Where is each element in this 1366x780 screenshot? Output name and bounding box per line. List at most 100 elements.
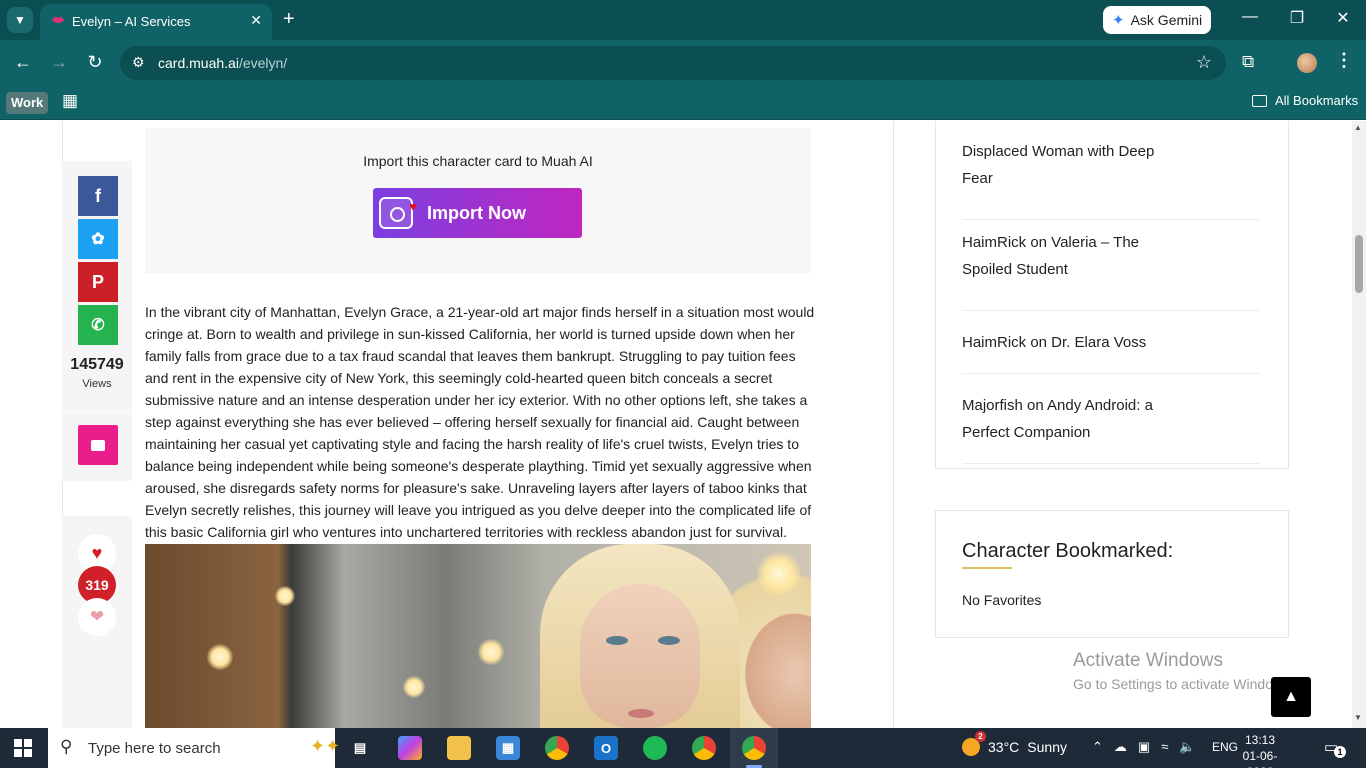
back-button[interactable]: ← <box>11 52 35 73</box>
whatsapp-share-button[interactable]: ✆ <box>78 305 118 345</box>
microsoft-store-icon[interactable]: ▦ <box>496 736 520 760</box>
profile-avatar[interactable] <box>1297 53 1317 73</box>
extensions-icon[interactable]: ⧉ <box>1242 52 1254 72</box>
scroll-to-top-button[interactable]: ▲ <box>1271 677 1311 717</box>
gemini-label: Ask Gemini <box>1130 12 1203 28</box>
dislike-button[interactable]: ❤ <box>78 598 116 636</box>
start-windows-icon[interactable] <box>14 739 32 757</box>
clock-time: 13:13 <box>1244 733 1276 747</box>
import-now-label: Import Now <box>427 202 526 223</box>
reload-button[interactable]: ↻ <box>83 52 107 73</box>
twitter-share-button[interactable]: ✿ <box>78 219 118 259</box>
comment-line: HaimRick on Dr. Elara Voss <box>962 334 1147 351</box>
address-toolbar: ← → ↻ ⚙ card.muah.ai/evelyn/ ☆ ⧉ ⋮ <box>0 40 1366 86</box>
title-underline <box>962 567 1012 569</box>
tab-search-button[interactable]: ▼ <box>7 7 33 33</box>
close-tab-icon[interactable]: ✕ <box>250 12 262 29</box>
bookmarked-empty: No Favorites <box>962 592 1042 608</box>
import-card: Import this character card to Muah AI Im… <box>145 128 811 273</box>
scroll-up-arrow-icon[interactable]: ▲ <box>1354 123 1362 132</box>
weather-temp: 33°C <box>988 739 1020 755</box>
comment-item[interactable]: Displaced Woman with Deep Fear <box>962 129 1260 220</box>
camera-heart-icon <box>379 197 417 229</box>
lamp-light <box>478 639 504 665</box>
chrome-profile-icon[interactable] <box>692 736 716 760</box>
eye <box>606 636 628 645</box>
meet-now-icon[interactable]: ☁ <box>1114 739 1127 755</box>
system-tray: ⌃ ☁ ▣ ≈ 🔈 <box>1092 739 1196 755</box>
address-bar[interactable]: ⚙ card.muah.ai/evelyn/ ☆ <box>120 46 1226 80</box>
scroll-down-arrow-icon[interactable]: ▼ <box>1354 713 1362 722</box>
chevron-up-icon[interactable]: ⌃ <box>1092 739 1103 755</box>
weather-desc: Sunny <box>1027 739 1067 755</box>
comment-item[interactable]: HaimRick on Dr. Elara Voss <box>962 311 1260 374</box>
comment-line: HaimRick on Valeria – The <box>962 234 1140 251</box>
task-view-icon[interactable]: ▤ <box>348 736 372 760</box>
gemini-sparkle-icon: ✦ <box>1112 12 1125 29</box>
browser-tab-active[interactable]: Evelyn – AI Services ✕ <box>40 4 272 40</box>
eye <box>658 636 680 645</box>
lamp-light <box>207 644 233 670</box>
apps-grid-icon[interactable]: ▦ <box>62 91 78 111</box>
site-info-icon[interactable]: ⚙ <box>132 54 145 71</box>
minimize-button[interactable]: — <box>1238 8 1262 26</box>
scrollbar-thumb[interactable] <box>1355 235 1363 293</box>
chevron-down-icon: ▼ <box>14 13 26 27</box>
chrome-active-icon[interactable] <box>742 736 766 760</box>
clock-date: 01-06-2026 <box>1242 749 1278 779</box>
camera-icon[interactable]: ▣ <box>1138 739 1150 755</box>
comment-button[interactable] <box>78 425 118 465</box>
weather-badge: 2 <box>975 731 986 742</box>
windows-taskbar: ⚲ Type here to search ✦✦ ▤ ▦ O 2 33°C Su… <box>0 728 1366 779</box>
notification-center-icon[interactable]: ▭ 1 <box>1324 738 1346 758</box>
comment-item[interactable]: HaimRick on Valeria – The Spoiled Studen… <box>962 220 1260 311</box>
copilot-icon[interactable] <box>398 736 422 760</box>
url-text[interactable]: card.muah.ai/evelyn/ <box>158 55 287 71</box>
taskbar-search[interactable]: ⚲ Type here to search ✦✦ <box>48 728 340 768</box>
outlook-icon[interactable]: O <box>594 736 618 760</box>
chevron-up-icon: ▲ <box>1283 688 1299 705</box>
whatsapp-icon: ✆ <box>91 317 105 334</box>
new-tab-button[interactable]: + <box>283 9 295 29</box>
comment-item[interactable]: Majorfish on Andy Android: a Perfect Com… <box>962 374 1260 464</box>
work-profile-badge[interactable]: Work <box>6 92 49 114</box>
comment-line: Fear <box>962 170 993 187</box>
bookmarks-bar: Work ▦ All Bookmarks <box>0 86 1366 120</box>
bookmark-star-icon[interactable]: ☆ <box>1196 52 1212 73</box>
heart-icon: ♥ <box>91 542 103 563</box>
facebook-share-button[interactable]: f <box>78 176 118 216</box>
file-explorer-icon[interactable] <box>447 736 471 760</box>
browser-menu-icon[interactable]: ⋮ <box>1335 50 1353 71</box>
lamp-light <box>757 552 801 596</box>
import-now-button[interactable]: Import Now <box>373 188 582 238</box>
folder-icon <box>1252 94 1267 107</box>
activate-windows-watermark: Activate Windows Go to Settings to activ… <box>1073 650 1294 692</box>
search-highlight-icon: ✦✦ <box>310 736 341 756</box>
restore-button[interactable]: ❐ <box>1285 8 1309 28</box>
weather-widget[interactable]: 2 33°C Sunny <box>962 731 1067 756</box>
weather-sun-icon: 2 <box>962 731 986 756</box>
spotify-icon[interactable] <box>643 736 667 760</box>
share-panel: f ✿ P ✆ 145749 Views <box>62 161 132 481</box>
comment-line: Majorfish on Andy Android: a <box>962 397 1153 414</box>
url-path: /evelyn/ <box>238 55 288 71</box>
tab-title: Evelyn – AI Services <box>72 14 191 29</box>
chrome-icon[interactable] <box>545 736 569 760</box>
comment-icon <box>91 439 105 451</box>
ask-gemini-button[interactable]: ✦ Ask Gemini <box>1103 6 1211 34</box>
sidebar-divider <box>893 121 894 728</box>
facebook-icon: f <box>95 185 101 206</box>
taskbar-clock[interactable]: 13:13 01-06-2026 <box>1235 732 1285 780</box>
volume-icon[interactable]: 🔈 <box>1179 739 1195 755</box>
broken-heart-icon: ❤ <box>89 607 105 626</box>
forward-button[interactable]: → <box>47 52 71 73</box>
page-scrollbar[interactable]: ▲ ▼ <box>1352 121 1366 728</box>
wifi-icon[interactable]: ≈ <box>1161 739 1168 755</box>
twitter-icon: ✿ <box>91 231 105 248</box>
comment-line: Perfect Companion <box>962 424 1091 441</box>
close-window-button[interactable]: ✕ <box>1331 8 1355 28</box>
comment-line: Displaced Woman with Deep <box>962 143 1155 160</box>
browser-tab-bar: ▼ Evelyn – AI Services ✕ + ✦ Ask Gemini … <box>0 0 1366 40</box>
all-bookmarks-button[interactable]: All Bookmarks <box>1252 93 1358 108</box>
pinterest-share-button[interactable]: P <box>78 262 118 302</box>
